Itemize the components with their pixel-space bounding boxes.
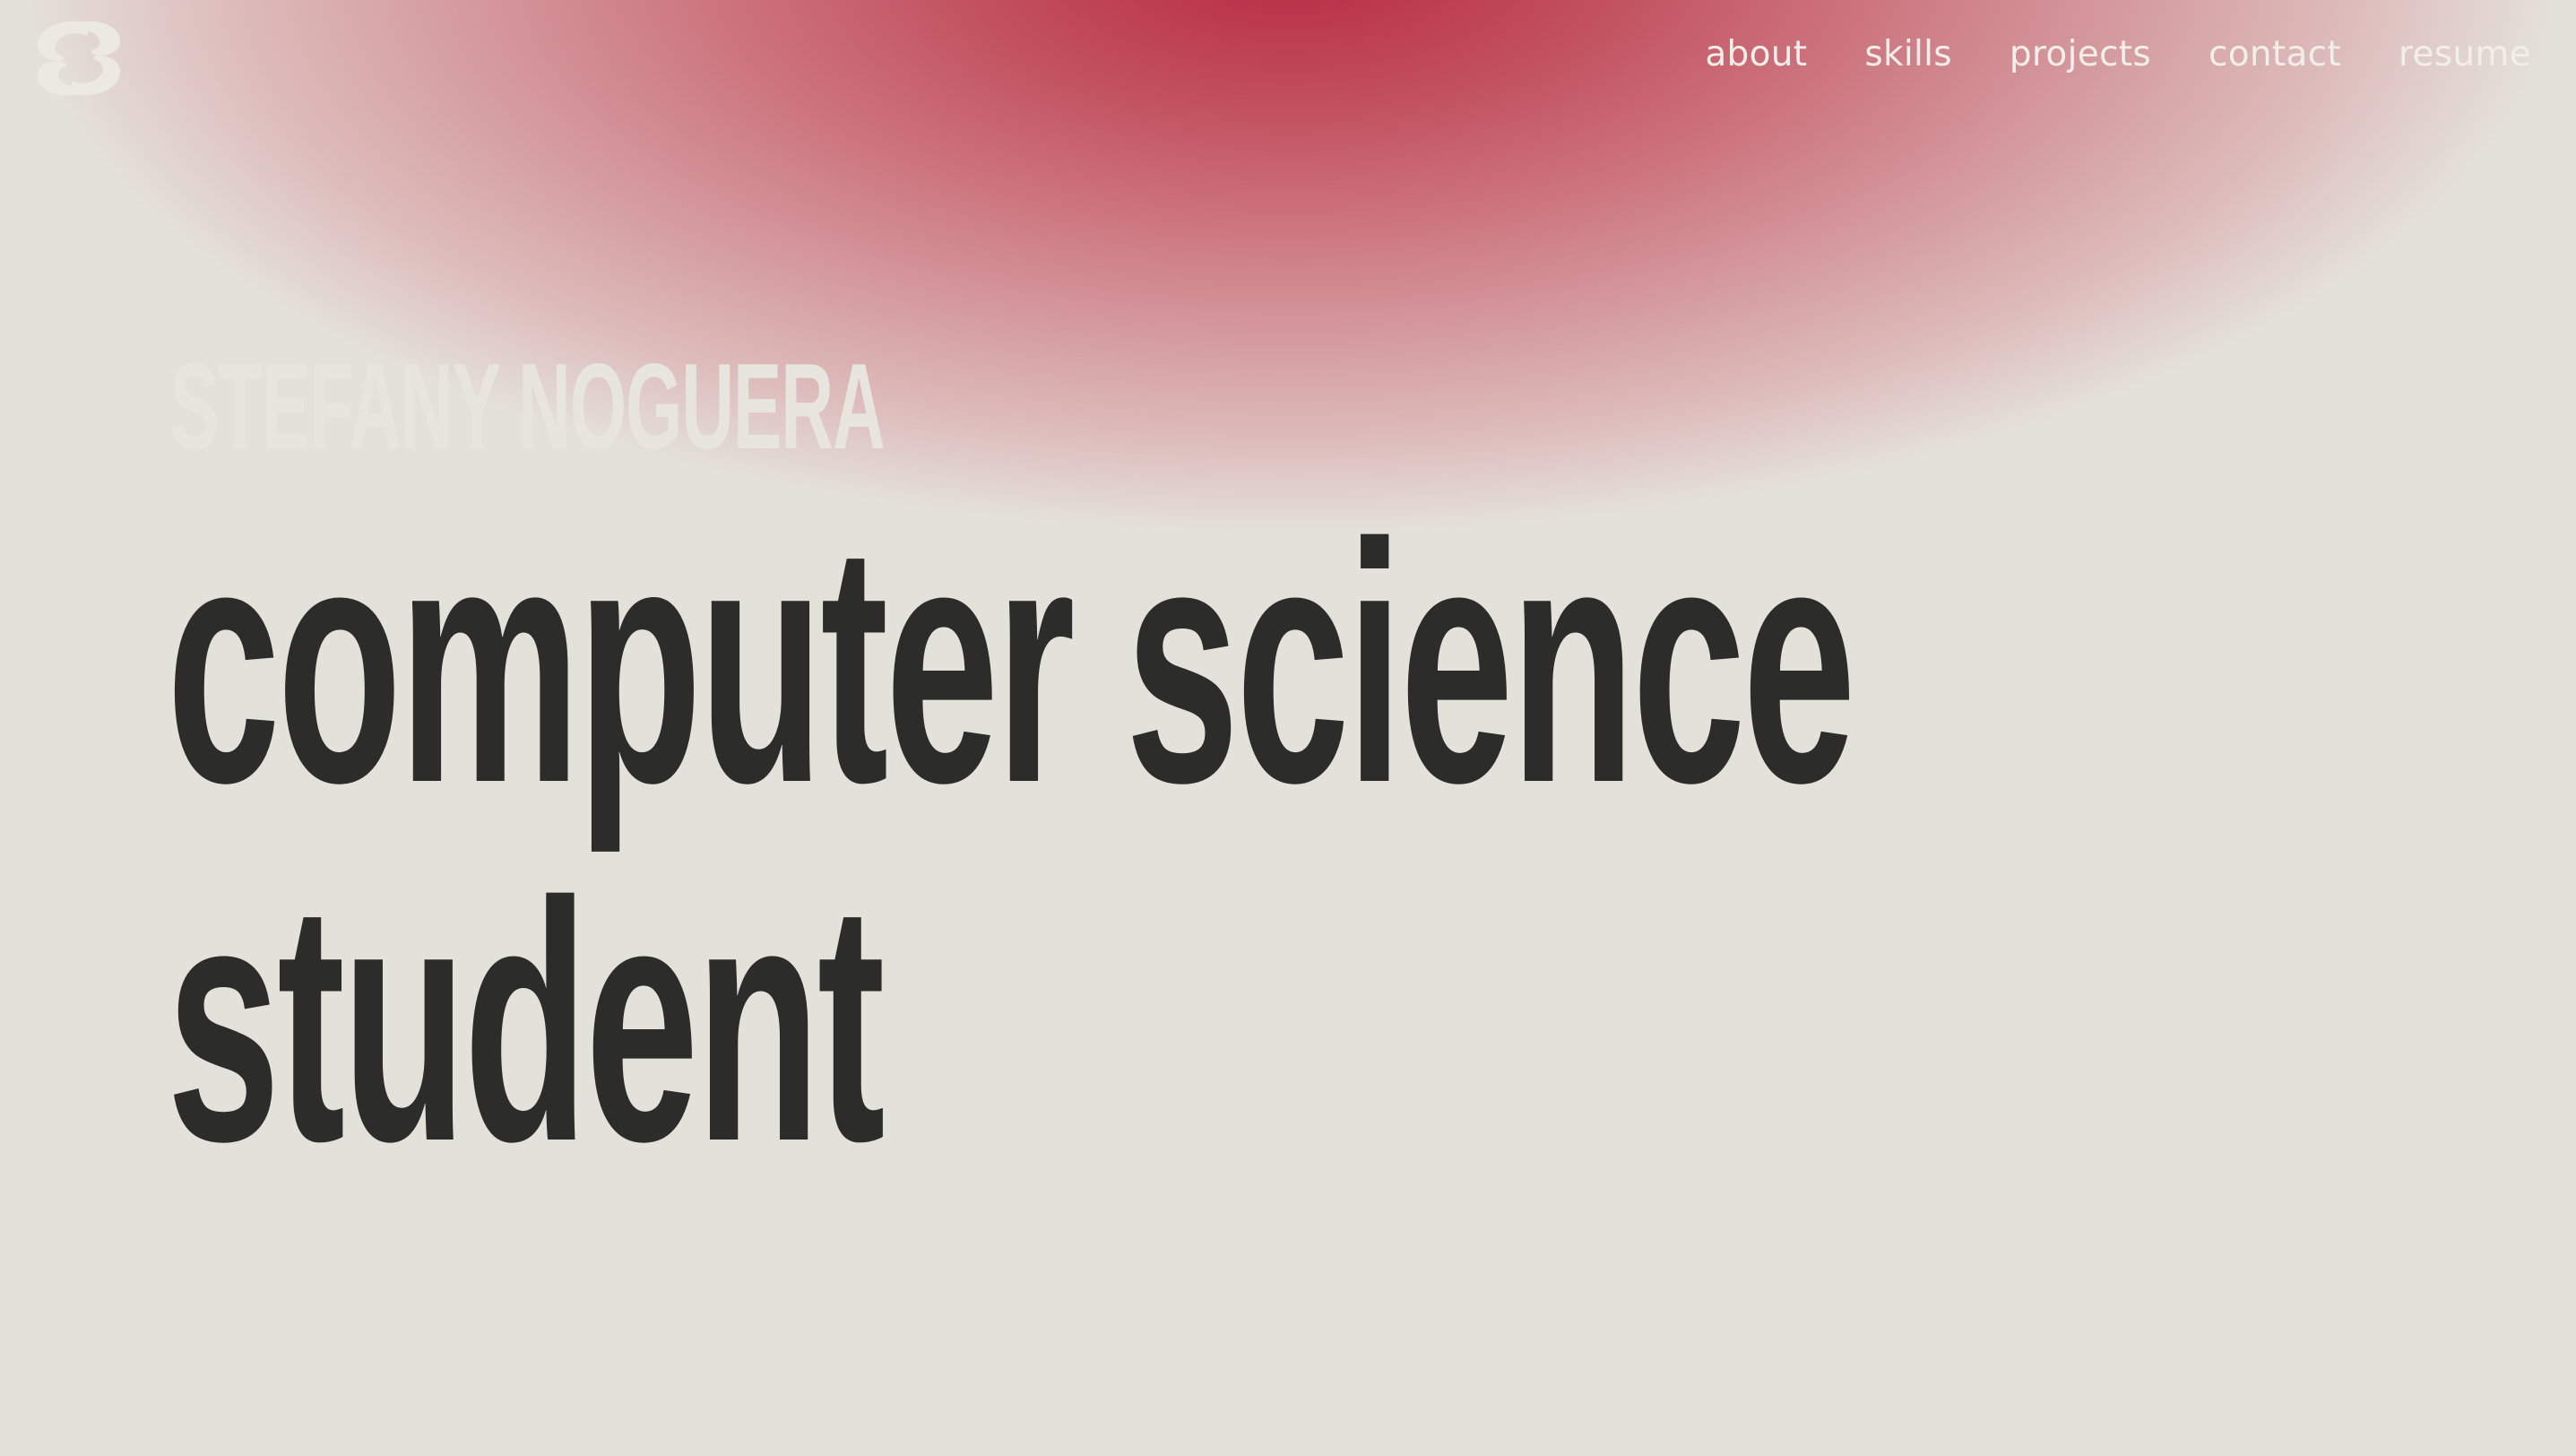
hero-headline: computer science student — [167, 472, 1856, 1212]
site-logo[interactable] — [36, 18, 122, 99]
s-monogram-icon — [38, 21, 120, 96]
hero-headline-line-2: student — [167, 831, 886, 1212]
nav-link-contact[interactable]: contact — [2209, 34, 2341, 74]
nav-link-projects[interactable]: projects — [2010, 34, 2151, 74]
nav-link-skills[interactable]: skills — [1864, 34, 1952, 74]
nav-link-about[interactable]: about — [1705, 34, 1807, 74]
hero-headline-line-1: computer science — [167, 472, 1856, 854]
nav-link-resume[interactable]: resume — [2399, 34, 2531, 74]
main-nav: about skills projects contact resume — [1705, 34, 2531, 74]
hero-name: STEFANY NOGUERA — [170, 338, 886, 474]
